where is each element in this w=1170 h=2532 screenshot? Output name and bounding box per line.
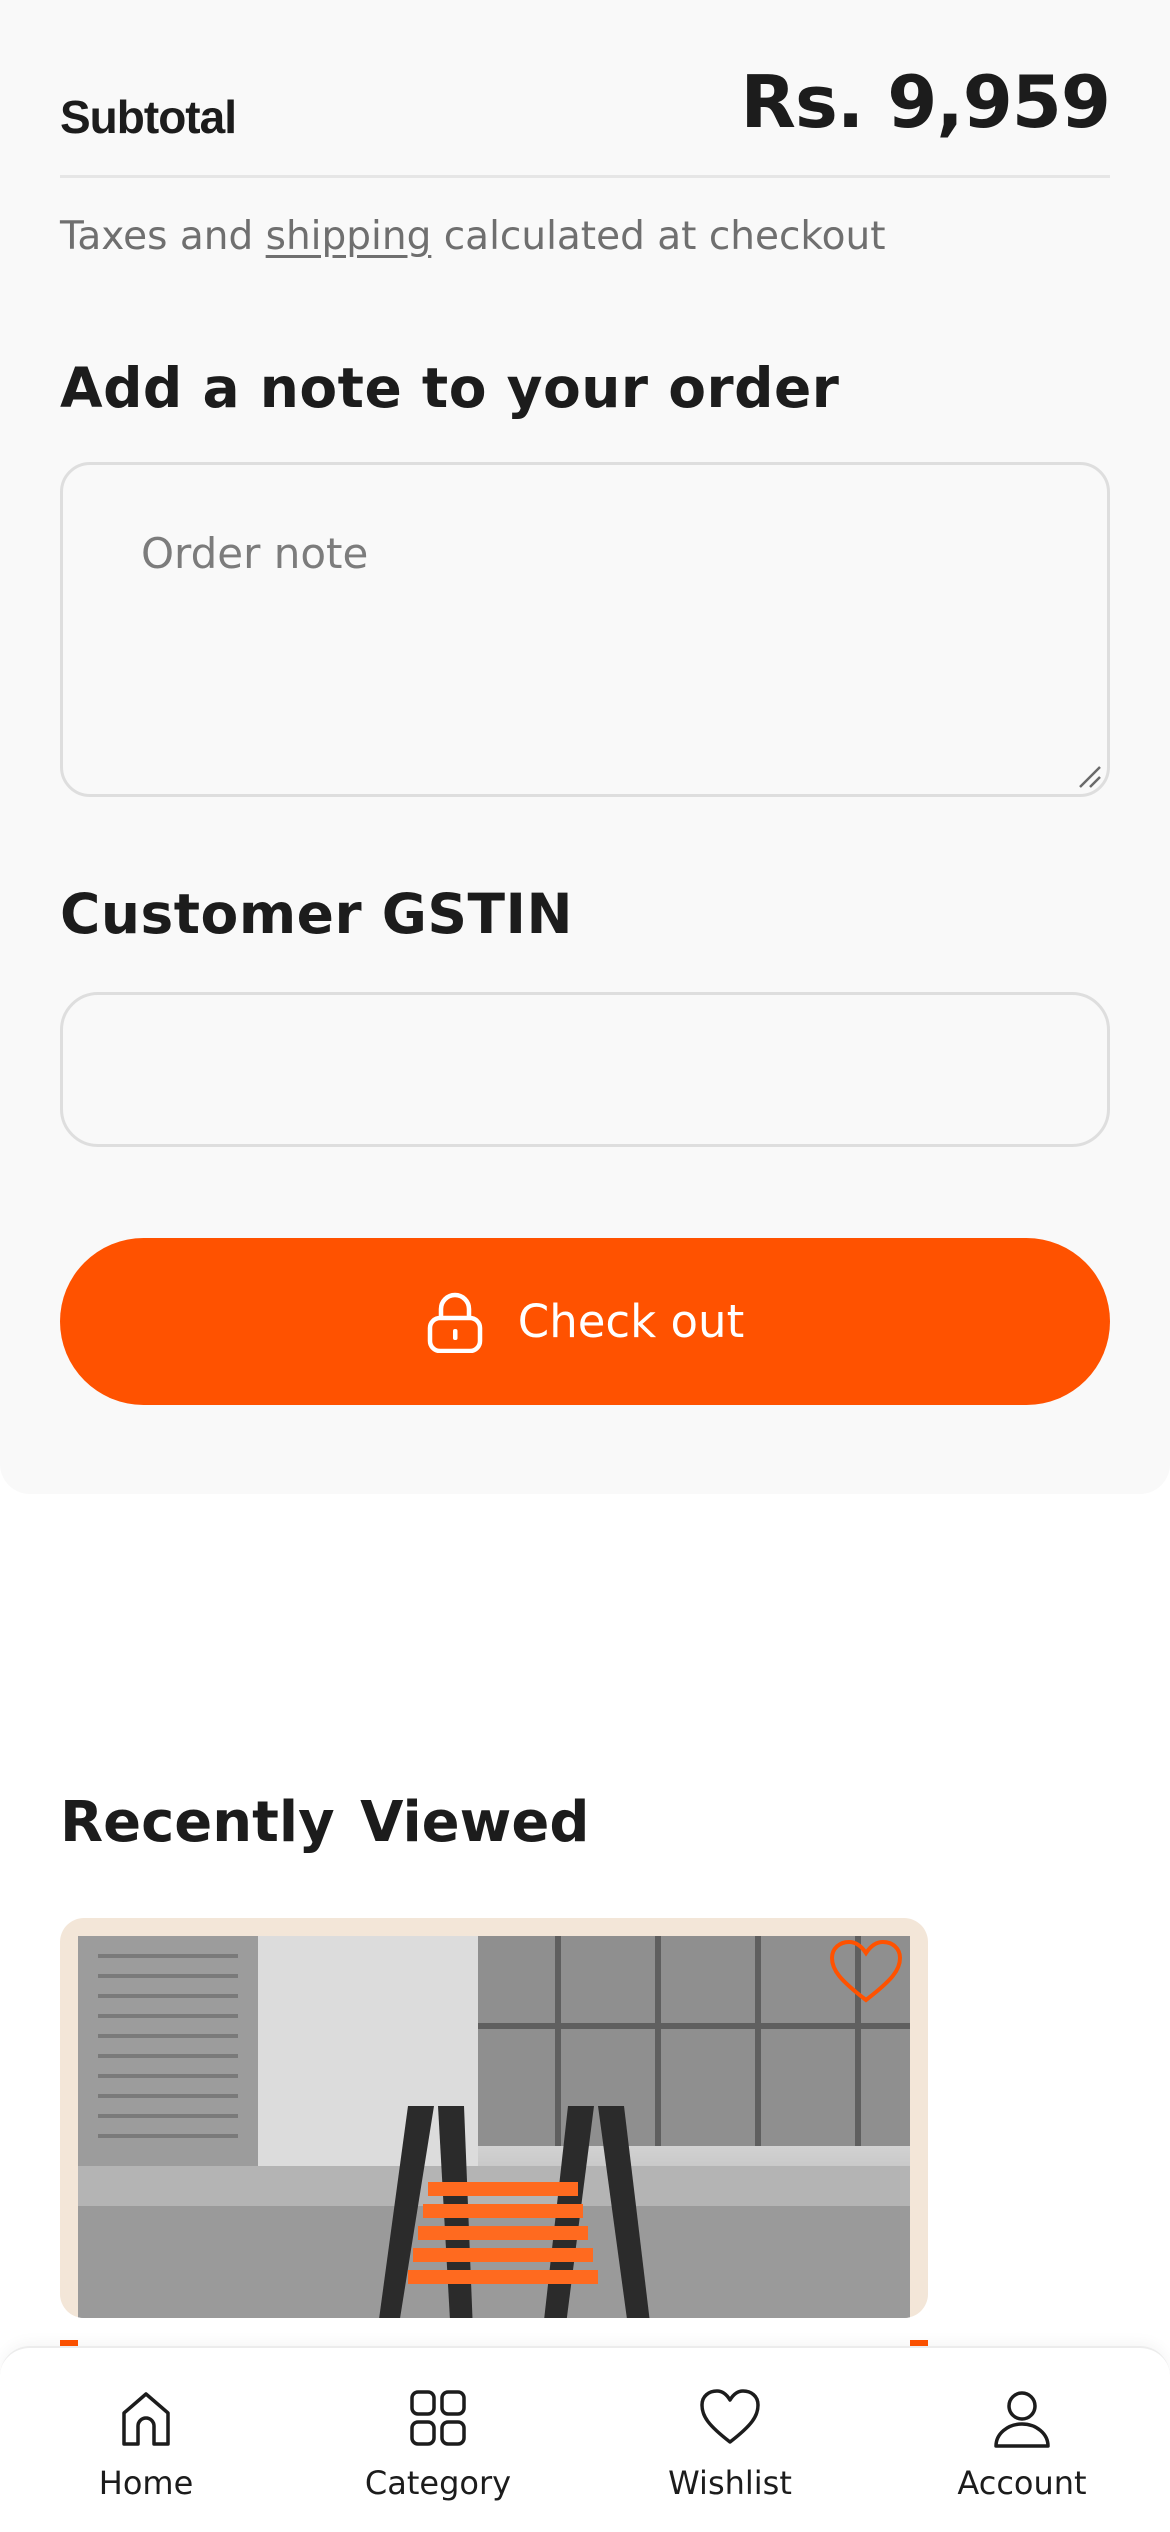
cart-summary-card: Subtotal Rs. 9,959 Taxes and shipping ca… [0,0,1170,1494]
order-note-heading: Add a note to your order [60,356,840,420]
subtotal-value: Rs. 9,959 [740,60,1111,144]
shipping-link[interactable]: shipping [266,214,432,259]
user-icon [994,2391,1050,2448]
grid-icon [410,2390,466,2446]
order-note-field[interactable] [60,462,1110,797]
nav-item-category[interactable]: Category [292,2348,584,2532]
bottom-navigation: Home Category Wishlist Account [0,2346,1170,2532]
nav-item-home[interactable]: Home [0,2348,292,2532]
subtotal-label: Subtotal [60,91,237,143]
lock-icon [427,1292,483,1353]
subtotal-row: Subtotal Rs. 9,959 [60,60,1111,178]
telescopic-ladder-product-image[interactable] [78,1936,910,2318]
tax-shipping-note: Taxes and shipping calculated at checkou… [60,214,886,259]
tax-note-suffix: calculated at checkout [431,214,886,259]
home-icon [122,2392,170,2446]
heart-icon [700,2389,760,2444]
nav-label-home: Home [98,2464,194,2502]
nav-label-account: Account [957,2464,1087,2502]
nav-item-account[interactable]: Account [876,2348,1168,2532]
resize-grip-icon[interactable] [1076,763,1102,789]
recently-viewed-product-card[interactable] [60,1918,928,2318]
nav-label-wishlist: Wishlist [668,2464,792,2502]
nav-item-wishlist[interactable]: Wishlist [584,2348,876,2532]
heart-outline-icon[interactable] [828,1938,904,2004]
recently-viewed-heading: Recently Viewed [60,1790,590,1855]
product-photo [78,1936,910,2318]
tax-note-prefix: Taxes and [60,214,266,259]
gstin-input[interactable] [60,992,1110,1147]
nav-label-category: Category [364,2464,512,2502]
gstin-heading: Customer GSTIN [60,882,573,946]
checkout-button[interactable]: Check out [60,1238,1110,1405]
checkout-label: Check out [517,1295,745,1348]
